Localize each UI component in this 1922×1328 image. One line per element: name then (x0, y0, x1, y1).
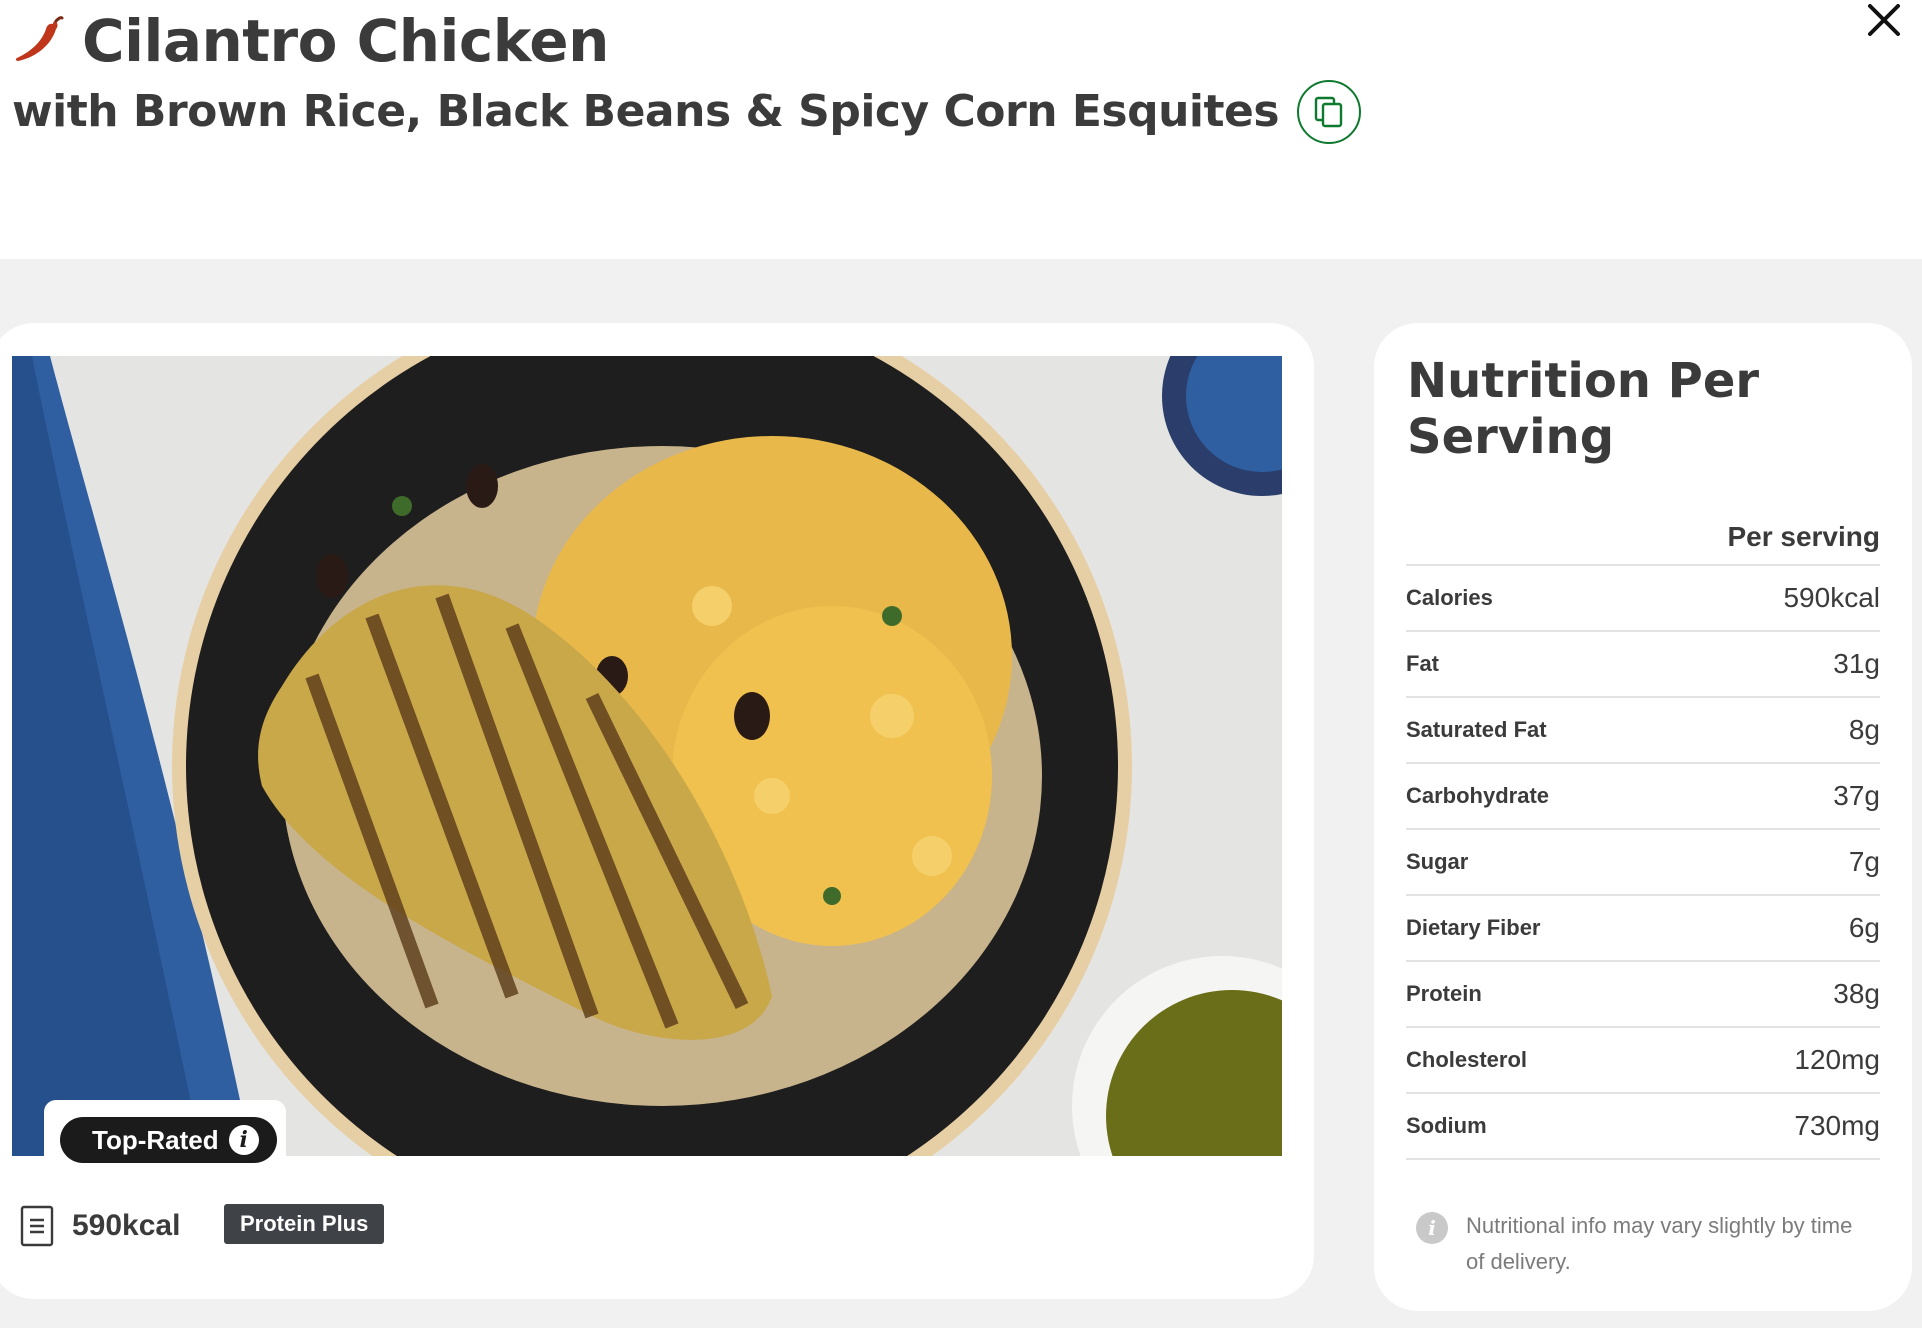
recipe-title: Cilantro Chicken (82, 7, 609, 75)
recipe-photo (12, 356, 1282, 1156)
nutrient-label: Sodium (1406, 1113, 1487, 1138)
calories-value: 590kcal (72, 1209, 181, 1242)
top-rated-label: Top-Rated (92, 1124, 219, 1155)
nutrition-column-header: Per serving (1406, 510, 1880, 566)
nutrient-label: Dietary Fiber (1406, 915, 1541, 940)
document-icon (20, 1205, 54, 1247)
nutrient-label: Sugar (1406, 849, 1469, 874)
nutrient-label: Protein (1406, 981, 1482, 1006)
table-row: Protein 38g (1406, 962, 1880, 1028)
copy-icon (1314, 96, 1343, 128)
nutrition-table: Per serving Calories 590kcal Fat 31g Sat… (1406, 510, 1880, 1160)
table-row: Sodium 730mg (1406, 1094, 1880, 1160)
table-row: Dietary Fiber 6g (1406, 896, 1880, 962)
nutrient-value: 7g (1848, 846, 1880, 877)
table-row: Sugar 7g (1406, 830, 1880, 896)
title-row: Cilantro Chicken (12, 8, 609, 74)
table-row: Calories 590kcal (1406, 566, 1880, 632)
nutrient-value: 730mg (1794, 1110, 1880, 1141)
table-row: Cholesterol 120mg (1406, 1028, 1880, 1094)
nutrient-value: 38g (1833, 978, 1880, 1009)
nutrient-value: 37g (1833, 780, 1880, 811)
close-icon[interactable] (1866, 2, 1902, 38)
table-row: Saturated Fat 8g (1406, 698, 1880, 764)
info-icon: i (1416, 1212, 1448, 1244)
nutrient-label: Saturated Fat (1406, 717, 1547, 742)
nutrient-value: 120mg (1794, 1044, 1880, 1075)
nutrition-note: i Nutritional info may vary slightly by … (1416, 1208, 1856, 1280)
recipe-photo-illustration (12, 356, 1282, 1156)
table-row: Carbohydrate 37g (1406, 764, 1880, 830)
top-rated-badge[interactable]: Top-Rated i (60, 1117, 277, 1163)
info-icon[interactable]: i (228, 1125, 259, 1155)
nutrient-value: 590kcal (1783, 582, 1880, 613)
chili-pepper-icon (15, 16, 64, 61)
subtitle-row: with Brown Rice, Black Beans & Spicy Cor… (12, 80, 1362, 144)
nutrient-label: Fat (1406, 651, 1439, 676)
recipe-header: Cilantro Chicken with Brown Rice, Black … (0, 0, 1922, 259)
nutrient-value: 31g (1833, 648, 1880, 679)
nutrient-label: Calories (1406, 585, 1493, 610)
protein-plus-tag: Protein Plus (224, 1204, 385, 1244)
nutrient-label: Cholesterol (1406, 1047, 1528, 1072)
recipe-subtitle: with Brown Rice, Black Beans & Spicy Cor… (12, 86, 1280, 137)
nutrient-value: 6g (1848, 912, 1880, 943)
nutrient-value: 8g (1848, 714, 1880, 745)
copy-button[interactable] (1297, 80, 1362, 144)
nutrition-note-text: Nutritional info may vary slightly by ti… (1466, 1213, 1853, 1274)
table-row: Fat 31g (1406, 632, 1880, 698)
nutrition-title: Nutrition Per Serving (1407, 353, 1760, 465)
nutrient-label: Carbohydrate (1406, 783, 1550, 808)
calories-row: 590kcal (20, 1205, 180, 1247)
